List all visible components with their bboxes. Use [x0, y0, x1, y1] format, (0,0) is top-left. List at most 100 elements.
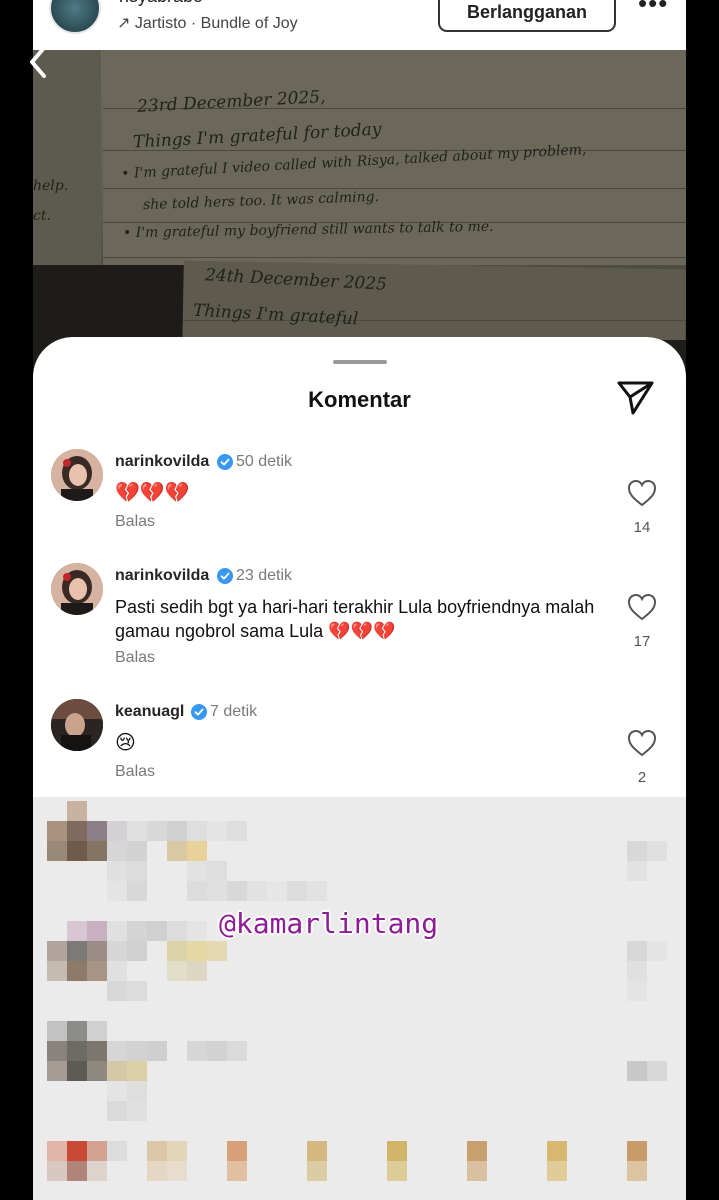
pixel-block [627, 981, 647, 1001]
verified-badge-icon [217, 454, 233, 470]
pixel-block [127, 1081, 147, 1101]
dark-corner [33, 265, 193, 340]
share-button[interactable] [616, 379, 656, 417]
comment-username[interactable]: narinkovilda [115, 567, 209, 585]
pixel-block [107, 961, 127, 981]
pixel-block [187, 921, 207, 941]
pixel-block [307, 1141, 327, 1161]
pixel-block [227, 1161, 247, 1181]
reply-button[interactable]: Balas [115, 513, 155, 531]
more-horizontal-icon[interactable]: ••• [638, 0, 668, 19]
pixel-block [167, 941, 187, 961]
pixel-block [127, 841, 147, 861]
pixel-block [647, 841, 667, 861]
reel-screen: risyabrabo ↗ Jartisto · Bundle of Joy Be… [0, 0, 719, 1200]
pixel-block [167, 1161, 187, 1181]
pixel-block [207, 941, 227, 961]
pixel-block [107, 1041, 127, 1061]
verified-badge-icon [191, 704, 207, 720]
pixel-block [627, 841, 647, 861]
comment-item: narinkovilda 23 detik Pasti sedih bgt ya… [33, 563, 686, 673]
music-info[interactable]: ↗ Jartisto · Bundle of Joy [117, 13, 298, 33]
avatar[interactable] [51, 449, 103, 501]
comment-username[interactable]: narinkovilda [115, 453, 209, 471]
pixel-block [67, 841, 87, 861]
comment-text: Pasti sedih bgt ya hari-hari terakhir Lu… [115, 597, 595, 641]
pixel-block [187, 941, 207, 961]
pixel-block [87, 1061, 107, 1081]
like-button[interactable] [627, 479, 657, 507]
pixel-block [67, 1021, 87, 1041]
pixel-block [627, 1141, 647, 1161]
heart-icon [627, 729, 657, 757]
pixel-block [127, 881, 147, 901]
comment-item: narinkovilda 50 detik 💔💔💔 Balas 14 [33, 449, 686, 549]
pixel-block [147, 1161, 167, 1181]
pixel-block [307, 881, 327, 901]
like-button[interactable] [627, 729, 657, 757]
reply-button[interactable]: Balas [115, 649, 155, 667]
pixel-block [187, 861, 207, 881]
pixel-block [387, 1141, 407, 1161]
back-button[interactable] [24, 42, 58, 82]
author-username[interactable]: risyabrabo [119, 0, 203, 7]
pixel-block [107, 841, 127, 861]
margin-word: help. [33, 178, 69, 194]
notebook-photo: help. ct. 23rd December 2025, Things I'm… [33, 50, 686, 340]
subscribe-button[interactable]: Berlangganan [438, 0, 616, 32]
avatar[interactable] [51, 563, 103, 615]
pixel-block [107, 821, 127, 841]
pixel-block [67, 921, 87, 941]
comment-time: 7 detik [210, 703, 258, 720]
pixel-block [87, 961, 107, 981]
pixel-block [67, 821, 87, 841]
pixel-block [107, 921, 127, 941]
pixel-block [47, 941, 67, 961]
pixel-block [627, 941, 647, 961]
comment-username[interactable]: keanuagl [115, 703, 184, 721]
pixel-block [47, 1021, 67, 1041]
pixel-block [187, 881, 207, 901]
send-icon [617, 381, 654, 415]
pixel-block [147, 921, 167, 941]
pixel-block [107, 1081, 127, 1101]
pixel-block [127, 981, 147, 1001]
heart-icon [627, 479, 657, 507]
pixel-block [187, 961, 207, 981]
like-count: 14 [633, 519, 651, 536]
comments-sheet[interactable]: Komentar narinkovilda 50 detik 💔💔💔 Balas… [33, 337, 686, 1200]
pixel-block [467, 1141, 487, 1161]
pixel-block [67, 1041, 87, 1061]
pixel-block [107, 1141, 127, 1161]
pixel-block [127, 1101, 147, 1121]
pixel-block [127, 921, 147, 941]
pixel-block [227, 821, 247, 841]
author-avatar[interactable] [49, 0, 101, 34]
avatar-photo [51, 699, 103, 751]
pixel-block [627, 961, 647, 981]
pixel-block [167, 841, 187, 861]
pixel-block [127, 1061, 147, 1081]
pixel-block [167, 961, 187, 981]
pixel-block [167, 821, 187, 841]
chevron-left-icon [30, 46, 46, 78]
left-page [33, 50, 101, 265]
pixel-block [227, 881, 247, 901]
pixel-block [47, 841, 67, 861]
reply-button[interactable]: Balas [115, 763, 155, 781]
pixel-block [127, 941, 147, 961]
pixel-block [107, 861, 127, 881]
pixelated-comments [33, 797, 686, 1200]
pixel-block [627, 1061, 647, 1081]
drag-handle[interactable] [333, 360, 387, 364]
pixel-block [87, 1041, 107, 1061]
pixel-block [67, 1141, 87, 1161]
pixel-block [107, 881, 127, 901]
like-button[interactable] [627, 593, 657, 621]
pixel-block [207, 881, 227, 901]
pixel-block [307, 1161, 327, 1181]
pixel-block [47, 821, 67, 841]
avatar[interactable] [51, 699, 103, 751]
pixel-block [127, 821, 147, 841]
pixel-block [187, 821, 207, 841]
